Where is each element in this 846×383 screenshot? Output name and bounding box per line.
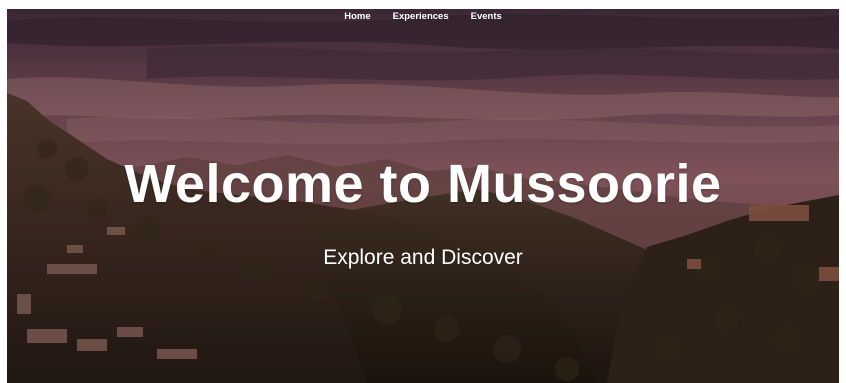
nav-home-link[interactable]: Home bbox=[344, 11, 370, 22]
hero-section: Home Experiences Events Welcome to Musso… bbox=[7, 9, 839, 383]
nav-events-link[interactable]: Events bbox=[471, 11, 502, 22]
main-nav: Home Experiences Events bbox=[7, 9, 839, 23]
hero-subtitle: Explore and Discover bbox=[323, 246, 523, 269]
nav-experiences-link[interactable]: Experiences bbox=[393, 11, 449, 22]
hero-title: Welcome to Mussoorie bbox=[124, 154, 722, 214]
